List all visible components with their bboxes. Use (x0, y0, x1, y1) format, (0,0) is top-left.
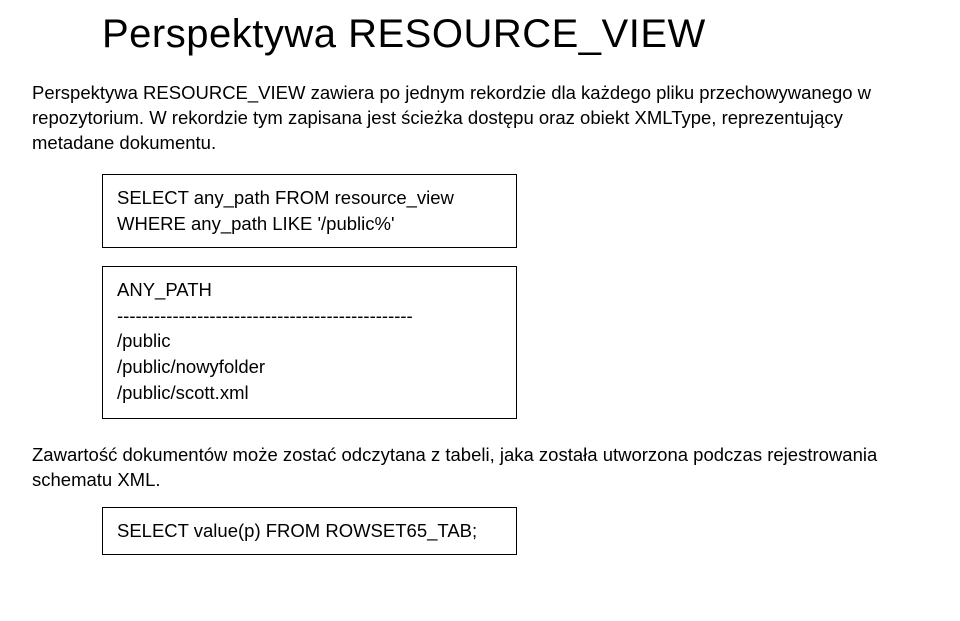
code-box-query: SELECT any_path FROM resource_view WHERE… (102, 174, 517, 248)
code-line: /public/scott.xml (117, 380, 502, 406)
intro-paragraph: Perspektywa RESOURCE_VIEW zawiera po jed… (32, 81, 928, 156)
code-line: /public (117, 328, 502, 354)
code-line: SELECT value(p) FROM ROWSET65_TAB; (117, 518, 502, 544)
code-box-select-value: SELECT value(p) FROM ROWSET65_TAB; (102, 507, 517, 555)
code-line: WHERE any_path LIKE '/public%' (117, 211, 502, 237)
code-box-result: ANY_PATH -------------------------------… (102, 266, 517, 419)
code-line: ----------------------------------------… (117, 303, 502, 329)
footer-paragraph: Zawartość dokumentów może zostać odczyta… (32, 443, 928, 493)
code-line: SELECT any_path FROM resource_view (117, 185, 502, 211)
page-title: Perspektywa RESOURCE_VIEW (102, 12, 928, 57)
code-line: ANY_PATH (117, 277, 502, 303)
code-line: /public/nowyfolder (117, 354, 502, 380)
